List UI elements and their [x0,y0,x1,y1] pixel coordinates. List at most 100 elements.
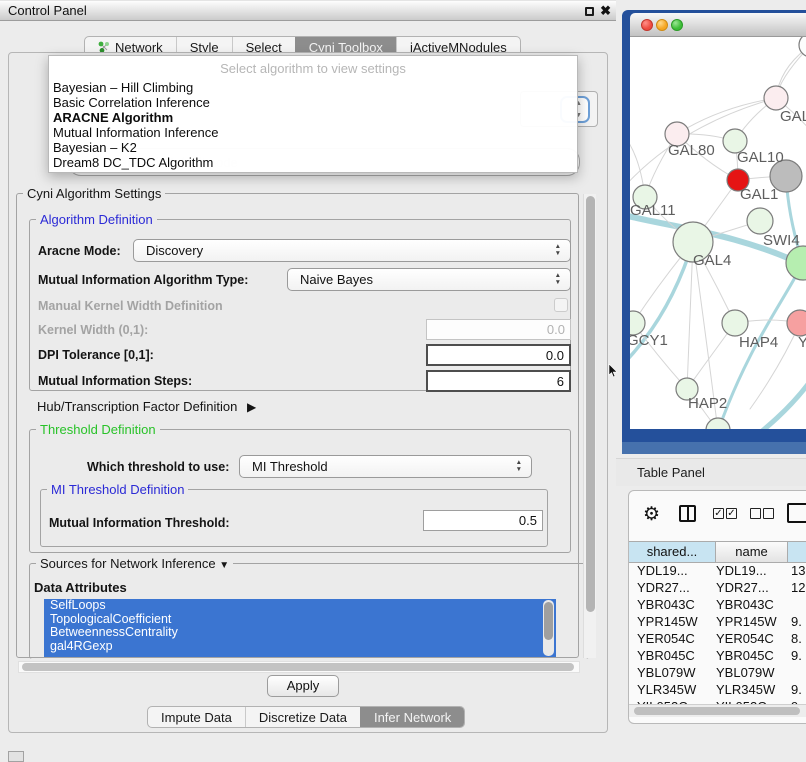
column-header[interactable]: name [716,542,788,562]
algorithm-option[interactable]: Basic Correlation Inference [49,95,577,110]
checkbox-unchecked-icon[interactable] [763,508,774,519]
data-attribute-item-selected[interactable]: SelfLoops [44,599,556,613]
hub-definition-label: Hub/Transcription Factor Definition [37,399,237,414]
table-row[interactable]: YER054CYER054C8. [629,631,806,648]
table-panel: ⚙ ✓ ✓ shared...name YDL19...YDL19...13YD… [628,490,806,724]
collapse-down-icon: ▼ [219,560,229,571]
network-view-window: GALGAL80GAL10GAL1GAL11SWI4GAL4GCY1HAP4YH… [622,10,806,442]
zoom-traffic-light[interactable] [671,19,683,31]
close-traffic-light[interactable] [641,19,653,31]
mi-steps-field[interactable]: 6 [426,370,571,392]
network-edge[interactable] [722,373,806,429]
table-cell: YBL079W [716,665,775,680]
settings-horizontal-scrollbar[interactable] [18,661,580,673]
network-edge[interactable] [677,98,776,134]
mi-threshold-field[interactable]: 0.5 [423,510,543,531]
aracne-mode-value: Discovery [146,243,203,258]
mi-algorithm-type-combo[interactable]: Naive Bayes ▲▼ [287,268,571,291]
network-node[interactable] [747,208,773,234]
data-attribute-item-selected[interactable]: TopologicalCoefficient [44,613,556,627]
table-cell: 9. [791,614,802,629]
column-header[interactable] [788,542,806,562]
network-node[interactable] [764,86,788,110]
tab-label: Discretize Data [259,710,347,725]
tab-impute-data[interactable]: Impute Data [148,707,245,727]
node-label: GAL80 [668,142,715,159]
algorithm-option[interactable]: Bayesian – K2 [49,140,577,155]
kernel-width-field[interactable]: 0.0 [426,319,571,340]
apply-button[interactable]: Apply [267,675,339,697]
algorithm-option[interactable]: Mutual Information Inference [49,125,577,140]
node-label: GAL10 [737,149,784,166]
node-label: GAL1 [740,186,778,203]
data-attributes-list[interactable]: SelfLoopsTopologicalCoefficientBetweenne… [44,599,556,657]
network-window-titlebar[interactable] [630,13,806,37]
table-horizontal-scrollbar[interactable] [629,704,806,717]
table-row[interactable]: YLR345WYLR345W9. [629,682,806,699]
manual-kernel-width-label: Manual Kernel Width Definition [38,299,223,313]
new-table-icon[interactable] [787,503,806,523]
data-attribute-item-selected[interactable]: BetweennessCentrality [44,626,556,640]
hub-definition-expander[interactable]: Hub/Transcription Factor Definition ▶ [37,399,256,414]
table-cell: YDL19... [716,563,767,578]
sources-title[interactable]: Sources for Network Inference ▼ [36,556,233,571]
table-cell: YLR345W [716,682,775,697]
tab-infer-network[interactable]: Infer Network [360,707,464,727]
checkbox-checked-icon[interactable]: ✓ [726,508,737,519]
table-panel-title: Table Panel [637,465,705,480]
settings-vertical-scrollbar[interactable] [583,194,596,658]
aracne-mode-combo[interactable]: Discovery ▲▼ [133,239,571,262]
mi-algorithm-type-value: Naive Bayes [300,272,373,287]
collapsed-panel-icon[interactable] [8,751,24,762]
mi-algorithm-type-label: Mutual Information Algorithm Type: [38,273,248,287]
control-panel-title: Control Panel [8,3,87,18]
table-row[interactable]: YBR043CYBR043C [629,597,806,614]
algorithm-definition-group: Algorithm Definition Aracne Mode: Discov… [29,219,571,391]
mi-steps-label: Mutual Information Steps: [38,374,192,388]
node-label: Y [798,334,806,351]
node-label: GAL [780,108,806,125]
algorithm-option[interactable]: ARACNE Algorithm [49,110,577,125]
gear-icon[interactable]: ⚙ [643,503,660,526]
which-threshold-label: Which threshold to use: [87,460,229,474]
node-label: GAL4 [693,252,731,269]
table-row[interactable]: YPR145WYPR145W9. [629,614,806,631]
table-row[interactable]: YDL19...YDL19...13 [629,563,806,580]
tab-discretize-data[interactable]: Discretize Data [245,707,360,727]
table-cell: 12 [791,580,805,595]
threshold-definition-title: Threshold Definition [36,422,160,437]
network-node[interactable] [787,310,806,336]
mi-threshold-definition-group: MI Threshold Definition Mutual Informati… [40,489,548,547]
columns-icon[interactable] [679,505,696,522]
table-row[interactable]: YBR045CYBR045C9. [629,648,806,665]
cyni-bottom-tabbar: Impute Data Discretize Data Infer Network [147,706,465,728]
stepper-icon: ▲▼ [555,272,561,286]
column-header[interactable]: shared... [629,542,716,562]
table-body: YDL19...YDL19...13YDR27...YDR27...12YBR0… [629,563,806,704]
dpi-tolerance-field[interactable]: 0.0 [426,344,571,366]
network-canvas[interactable]: GALGAL80GAL10GAL1GAL11SWI4GAL4GCY1HAP4YH… [630,37,806,429]
network-window-border [622,442,806,454]
list-scrollbar[interactable] [543,600,554,656]
minimize-traffic-light[interactable] [656,19,668,31]
table-row[interactable]: YBL079W YBL079W [629,665,806,682]
table-row[interactable]: YDR27...YDR27...12 [629,580,806,597]
table-cell: YBR043C [716,597,774,612]
stepper-icon: ▲▼ [516,459,522,473]
checkbox-checked-icon[interactable]: ✓ [713,508,724,519]
network-node[interactable] [786,246,806,280]
algorithm-option[interactable]: Dream8 DC_TDC Algorithm [49,155,577,170]
float-window-icon[interactable] [585,7,594,16]
network-node[interactable] [722,310,748,336]
table-header: shared...name [629,541,806,563]
algorithm-option[interactable]: Bayesian – Hill Climbing [49,80,577,95]
manual-kernel-width-checkbox[interactable] [554,298,568,312]
table-cell: 9. [791,682,802,697]
data-attribute-item-selected[interactable]: gal4RGexp [44,640,556,654]
which-threshold-combo[interactable]: MI Threshold ▲▼ [239,455,532,478]
threshold-definition-group: Threshold Definition Which threshold to … [29,429,571,553]
table-cell: YBL079W [637,665,696,680]
table-cell: YDR27... [716,580,769,595]
close-icon[interactable]: ✖ [600,3,611,19]
checkbox-unchecked-icon[interactable] [750,508,761,519]
